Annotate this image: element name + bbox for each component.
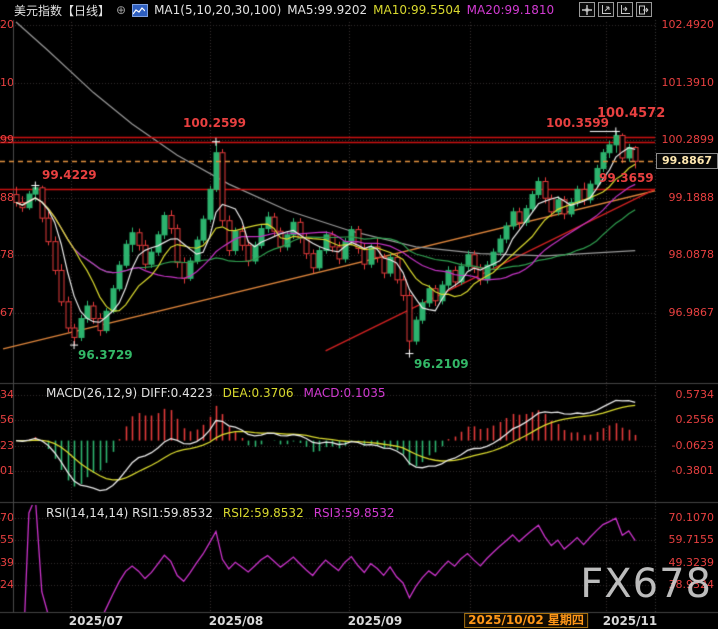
- price-axis-label-clipped: 88: [0, 190, 13, 204]
- macd-pane-header: MACD(26,12,9) DIFF:0.4223 DEA:0.3706 MAC…: [46, 386, 386, 400]
- price-axis-label-clipped: 78: [0, 248, 13, 262]
- selected-date-tag: 2025/10/02 星期四: [464, 613, 588, 628]
- price-axis-label-clipped: 67: [0, 305, 13, 319]
- rsi-axis-label-clipped: 55: [0, 533, 13, 546]
- macd-axis-label: -0.3801: [671, 463, 714, 477]
- macd-dea-value: DEA:0.3706: [222, 386, 294, 400]
- price-axis-label-clipped: 10: [0, 75, 13, 89]
- rsi1-value: RSI(14,14,14) RSI1:59.8532: [46, 506, 213, 520]
- rsi-pane-header: RSI(14,14,14) RSI1:59.8532 RSI2:59.8532 …: [46, 506, 395, 520]
- macd-axis-label-clipped: 56: [0, 413, 13, 427]
- price-axis-label: 101.3910: [661, 75, 715, 89]
- price-marker-label: 96.2109: [414, 357, 469, 371]
- rsi-axis-label-clipped: 24: [0, 578, 13, 591]
- zoom-axis-icon[interactable]: [598, 2, 614, 17]
- crosshair-icon[interactable]: [579, 2, 595, 17]
- macd-axis-label: -0.0623: [671, 438, 714, 452]
- price-axis-label: 96.9867: [668, 305, 715, 319]
- price-marker-label: 96.3729: [78, 348, 133, 362]
- pan-axis-icon[interactable]: [617, 2, 633, 17]
- xaxis-month-label: 2025/07: [68, 614, 124, 628]
- price-marker-label: 100.4572: [597, 106, 666, 121]
- chart-toolbar: [579, 2, 652, 17]
- expand-plus-icon[interactable]: ⊕: [116, 3, 126, 17]
- macd-hist-value: MACD:0.1035: [303, 386, 386, 400]
- macd-axis-label-clipped: 01: [0, 463, 13, 477]
- price-marker-label: 99.4229: [42, 168, 97, 182]
- macd-axis-label-clipped: 23: [0, 438, 13, 452]
- price-axis-label: 100.2899: [661, 133, 715, 147]
- price-axis-label: 99.1888: [668, 190, 715, 204]
- price-marker-label: 100.2599: [183, 116, 247, 130]
- ma10-value: MA10:99.5504: [373, 3, 461, 17]
- macd-axis-label: 0.2556: [675, 413, 715, 427]
- chart-type-icon[interactable]: [132, 3, 149, 17]
- dollar-index-chart-window: 美元指数【日线】 ⊕ MA1(5,10,20,30,100) MA5:99.92…: [0, 0, 718, 629]
- instrument-title: 美元指数【日线】: [14, 3, 111, 18]
- rsi2-value: RSI2:59.8532: [222, 506, 304, 520]
- rsi-axis-label-clipped: 70: [0, 510, 13, 524]
- macd-axis-label-clipped: 34: [0, 387, 13, 401]
- rsi3-value: RSI3:59.8532: [313, 506, 395, 520]
- price-marker-label: 99.3659: [599, 171, 654, 185]
- rsi-axis-label: 59.7155: [668, 533, 715, 546]
- xaxis-month-label: 2025/09: [347, 614, 403, 628]
- ma-settings-label: MA1(5,10,20,30,100): [154, 3, 282, 17]
- price-axis-label-clipped: 99: [0, 133, 13, 147]
- price-axis-label: 98.0878: [668, 248, 715, 262]
- watermark-logo: FX678: [580, 561, 712, 607]
- xaxis-month-label: 2025/08: [208, 614, 264, 628]
- rsi-axis-label-clipped: 39: [0, 555, 13, 569]
- macd-diff-value: MACD(26,12,9) DIFF:0.4223: [46, 386, 213, 400]
- ma5-value: MA5:99.9202: [287, 3, 368, 17]
- xaxis-month-label: 2025/11: [602, 614, 658, 628]
- macd-axis-label: 0.5734: [675, 387, 715, 401]
- rsi-axis-label: 70.1070: [668, 510, 715, 524]
- ma20-value: MA20:99.1810: [466, 3, 555, 17]
- exit-panel-icon[interactable]: [636, 2, 652, 17]
- chart-canvas[interactable]: [0, 0, 718, 629]
- last-price-tag: 99.8867: [656, 153, 718, 170]
